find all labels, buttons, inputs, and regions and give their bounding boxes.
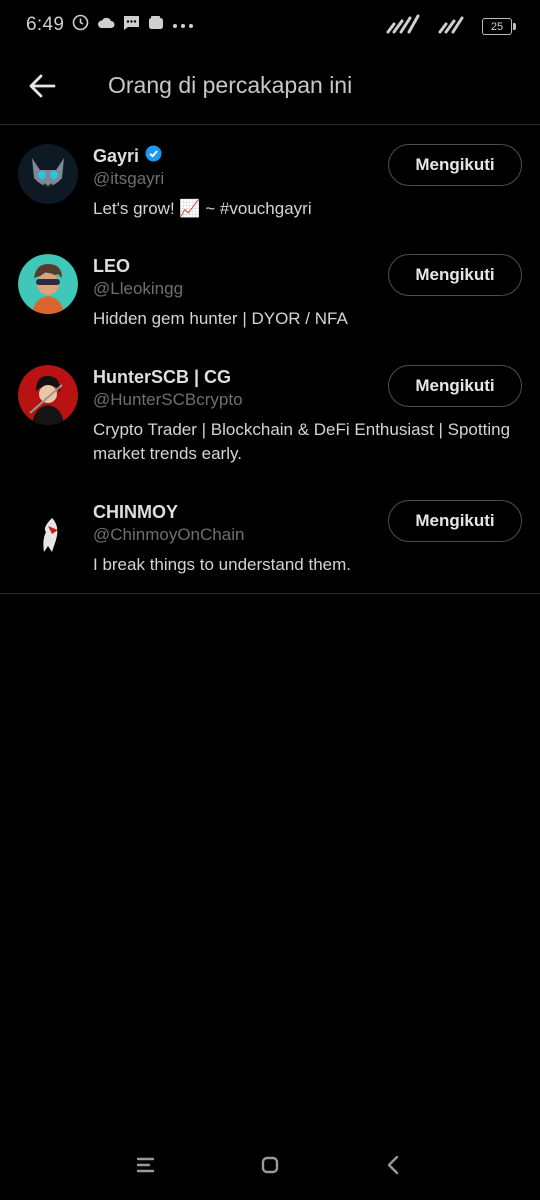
chevron-left-icon xyxy=(387,1155,399,1175)
divider xyxy=(0,593,540,594)
signal-icon xyxy=(386,14,420,39)
navigation-bar xyxy=(0,1128,540,1200)
following-button[interactable]: Mengikuti xyxy=(388,144,522,186)
avatar[interactable] xyxy=(18,365,78,425)
list-item[interactable]: LEO @Lleokingg Hidden gem hunter | DYOR … xyxy=(0,235,540,346)
display-name[interactable]: HunterSCB | CG xyxy=(93,367,231,388)
list-item[interactable]: CHINMOY @ChinmoyOnChain I break things t… xyxy=(0,481,540,593)
recent-apps-button[interactable] xyxy=(131,1150,161,1180)
following-button[interactable]: Mengikuti xyxy=(388,365,522,407)
back-button[interactable] xyxy=(22,66,62,106)
header: Orang di percakapan ini xyxy=(0,52,540,125)
battery-level: 25 xyxy=(490,20,504,33)
display-name[interactable]: LEO xyxy=(93,256,130,277)
status-bar: 6:49 25 xyxy=(0,0,540,52)
arrow-left-icon xyxy=(29,74,56,98)
message-icon xyxy=(123,15,140,36)
avatar[interactable] xyxy=(18,500,78,560)
signal-2-icon xyxy=(438,14,464,39)
wallet-icon xyxy=(148,15,164,35)
verified-badge-icon xyxy=(145,145,162,167)
system-back-button[interactable] xyxy=(378,1150,408,1180)
display-name[interactable]: CHINMOY xyxy=(93,502,178,523)
more-notifications-icon xyxy=(172,16,194,34)
display-name[interactable]: Gayri xyxy=(93,146,139,167)
clock-icon xyxy=(72,14,89,36)
following-button[interactable]: Mengikuti xyxy=(388,500,522,542)
user-bio: I break things to understand them. xyxy=(93,555,351,574)
battery-icon: 25 xyxy=(482,18,516,35)
avatar[interactable] xyxy=(18,254,78,314)
following-button[interactable]: Mengikuti xyxy=(388,254,522,296)
menu-icon xyxy=(136,1157,155,1173)
avatar[interactable] xyxy=(18,144,78,204)
user-bio: Hidden gem hunter | DYOR / NFA xyxy=(93,309,348,328)
status-time: 6:49 xyxy=(26,14,65,35)
list-item[interactable]: Gayri @itsgayri Let's grow! 📈 ~ #vouchga… xyxy=(0,125,540,235)
cloud-icon xyxy=(97,16,115,34)
page-title: Orang di percakapan ini xyxy=(108,72,353,98)
list-item[interactable]: HunterSCB | CG @HunterSCBcrypto Crypto T… xyxy=(0,346,540,481)
home-square-icon xyxy=(261,1156,279,1174)
home-button[interactable] xyxy=(255,1150,285,1180)
user-bio: Crypto Trader | Blockchain & DeFi Enthus… xyxy=(93,420,511,463)
user-bio: Let's grow! 📈 ~ #vouchgayri xyxy=(93,199,312,218)
